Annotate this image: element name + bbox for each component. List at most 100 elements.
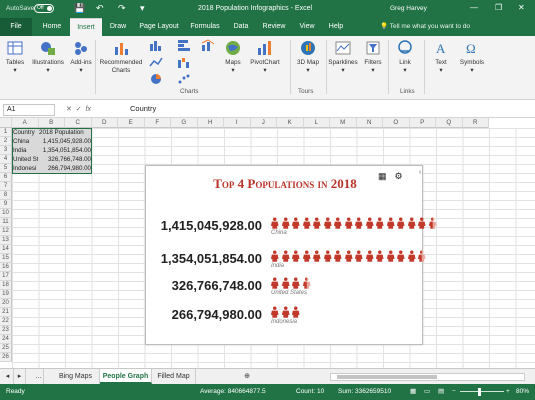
column-header-l[interactable]: L [303, 118, 330, 128]
pie-chart-button[interactable] [148, 73, 164, 88]
more-sheets-icon[interactable]: … [34, 369, 44, 384]
column-header-k[interactable]: K [277, 118, 304, 128]
symbols-button[interactable]: Ω Symbols ▾ [458, 39, 486, 75]
row-header-6[interactable]: 6 [0, 173, 12, 182]
column-header-q[interactable]: Q [436, 118, 463, 128]
tables-button[interactable]: Tables ▾ [4, 39, 26, 75]
close-button[interactable]: ✕ [518, 3, 525, 12]
filters-button[interactable]: Filters ▾ [362, 39, 384, 75]
redo-icon[interactable]: ↷ [118, 3, 126, 14]
people-graph-chart[interactable]: ▦ ⚙ Top 4 Populations in 2018 1,415,045,… [145, 165, 437, 345]
row-header-9[interactable]: 9 [0, 200, 12, 209]
column-header-m[interactable]: M [330, 118, 357, 128]
scroll-left-icon[interactable]: ◂ [2, 369, 14, 384]
formula-input[interactable]: Country [130, 104, 156, 113]
row-header-21[interactable]: 21 [0, 308, 12, 317]
sheet-tab-people-graph[interactable]: People Graph [100, 369, 152, 384]
zoom-out-icon[interactable]: − [452, 384, 456, 400]
tab-view[interactable]: View [294, 18, 320, 36]
row-header-4[interactable]: 4 [0, 155, 12, 164]
tab-file[interactable]: File [0, 18, 32, 36]
scroll-right-icon[interactable]: ▸ [14, 369, 26, 384]
row-header-13[interactable]: 13 [0, 236, 12, 245]
row-header-3[interactable]: 3 [0, 146, 12, 155]
column-chart-button[interactable] [148, 39, 164, 54]
row-header-22[interactable]: 22 [0, 317, 12, 326]
column-header-a[interactable]: A [12, 118, 39, 128]
3d-map-button[interactable]: 3D Map ▾ [295, 39, 321, 75]
row-header-15[interactable]: 15 [0, 254, 12, 263]
page-layout-view-icon[interactable]: ▭ [424, 384, 430, 400]
column-header-h[interactable]: H [197, 118, 224, 128]
row-header-23[interactable]: 23 [0, 326, 12, 335]
column-header-n[interactable]: N [356, 118, 383, 128]
row-header-18[interactable]: 18 [0, 281, 12, 290]
row-header-16[interactable]: 16 [0, 263, 12, 272]
column-header-f[interactable]: F [144, 118, 171, 128]
qat-more-icon[interactable]: ▾ [140, 3, 145, 14]
row-header-10[interactable]: 10 [0, 209, 12, 218]
column-header-i[interactable]: I [224, 118, 251, 128]
row-header-12[interactable]: 12 [0, 227, 12, 236]
normal-view-icon[interactable]: ▦ [410, 384, 416, 400]
row-header-11[interactable]: 11 [0, 218, 12, 227]
worksheet-grid[interactable]: ABCDEFGHIJKLMNOPQR 1 2 3 4 5 6 7 8 9 10 11 12 13 14 15… [0, 118, 535, 368]
tab-draw[interactable]: Draw [104, 18, 132, 36]
save-icon[interactable]: 💾 [74, 3, 85, 14]
row-header-8[interactable]: 8 [0, 191, 12, 200]
sparklines-button[interactable]: Sparklines ▾ [328, 39, 358, 75]
row-header-25[interactable]: 25 [0, 344, 12, 353]
row-header-1[interactable]: 1 [0, 128, 12, 137]
sheet-tab-bing-maps[interactable]: Bing Maps [52, 369, 100, 384]
text-button[interactable]: A Text ▾ [430, 39, 452, 75]
zoom-slider[interactable] [460, 391, 504, 392]
tab-insert[interactable]: Insert [70, 18, 102, 36]
tab-home[interactable]: Home [36, 18, 68, 36]
sheet-tab-filled-map[interactable]: Filled Map [152, 369, 196, 384]
column-header-r[interactable]: R [462, 118, 489, 128]
restore-button[interactable]: ❐ [495, 3, 502, 12]
row-header-17[interactable]: 17 [0, 272, 12, 281]
fx-icon[interactable]: fx [86, 106, 91, 113]
undo-icon[interactable]: ↶ [96, 3, 104, 14]
column-header-p[interactable]: P [409, 118, 436, 128]
row-header-7[interactable]: 7 [0, 182, 12, 191]
bar-chart-button[interactable] [176, 39, 192, 54]
zoom-level[interactable]: 80% [516, 384, 529, 400]
tab-formulas[interactable]: Formulas [186, 18, 224, 36]
column-header-b[interactable]: B [38, 118, 65, 128]
row-header-2[interactable]: 2 [0, 137, 12, 146]
add-ins-button[interactable]: Add-ins ▾ [70, 39, 92, 75]
zoom-in-icon[interactable]: + [506, 384, 510, 400]
maps-button[interactable]: Maps ▾ [222, 39, 244, 75]
user-name[interactable]: Greg Harvey [390, 5, 427, 12]
scatter-chart-button[interactable] [176, 73, 192, 88]
new-sheet-icon[interactable]: ⊕ [240, 369, 254, 384]
tab-review[interactable]: Review [258, 18, 290, 36]
row-header-5[interactable]: 5 [0, 164, 12, 173]
chart-expand-icon[interactable]: ‹ [419, 169, 421, 176]
row-header-20[interactable]: 20 [0, 299, 12, 308]
column-header-c[interactable]: C [65, 118, 92, 128]
zoom-slider-thumb[interactable] [478, 388, 481, 396]
column-header-g[interactable]: G [171, 118, 198, 128]
tell-me-search[interactable]: 💡 Tell me what you want to do [380, 18, 470, 36]
cancel-icon[interactable]: ✕ [66, 106, 72, 113]
tab-data[interactable]: Data [228, 18, 254, 36]
column-header-o[interactable]: O [383, 118, 410, 128]
tab-help[interactable]: Help [324, 18, 348, 36]
enter-icon[interactable]: ✓ [76, 106, 82, 113]
select-all-corner[interactable] [0, 118, 12, 128]
line-chart-button[interactable] [148, 56, 164, 71]
row-header-24[interactable]: 24 [0, 335, 12, 344]
illustrations-button[interactable]: Illustrations ▾ [30, 39, 66, 75]
column-header-j[interactable]: J [250, 118, 277, 128]
combo-chart-button[interactable] [200, 39, 216, 54]
column-header-e[interactable]: E [118, 118, 145, 128]
name-box[interactable]: A1 [3, 104, 55, 116]
minimize-button[interactable]: — [470, 3, 478, 12]
row-header-26[interactable]: 26 [0, 353, 12, 362]
page-break-view-icon[interactable]: ▤ [438, 384, 444, 400]
scrollbar-thumb[interactable] [337, 375, 437, 379]
tab-page-layout[interactable]: Page Layout [136, 18, 182, 36]
